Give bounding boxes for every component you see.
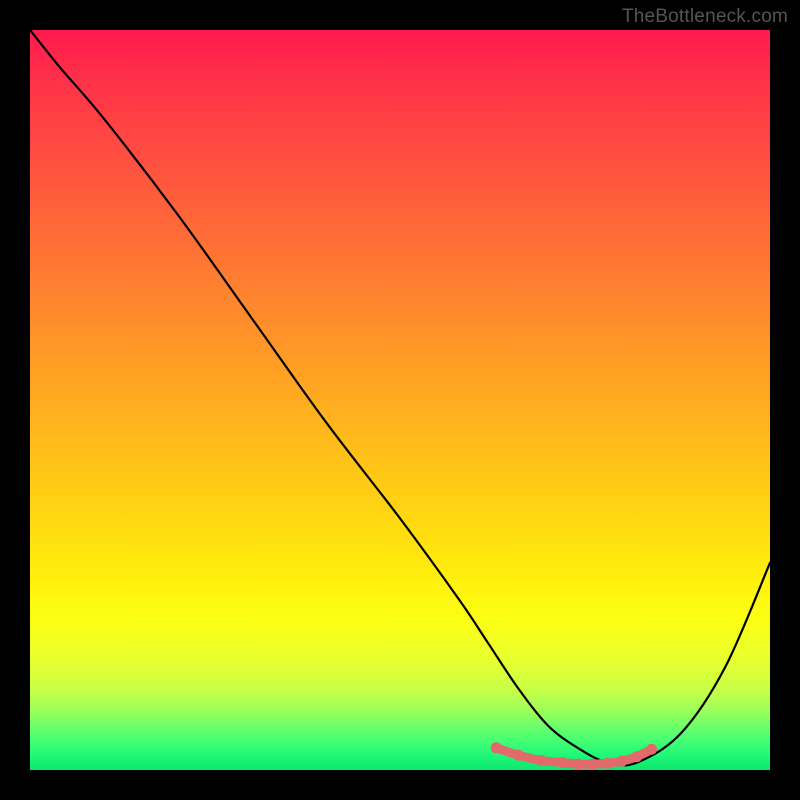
highlight-dot [491,742,502,753]
plot-area [30,30,770,770]
highlight-dot [646,744,657,755]
highlight-dot [557,757,568,768]
curve-svg [30,30,770,770]
chart-container: TheBottleneck.com [0,0,800,800]
highlight-dot [617,756,628,767]
highlight-dot [513,750,524,761]
highlight-dot [572,759,583,770]
highlight-dot [602,758,613,769]
highlight-dot [587,759,598,770]
highlight-dot [631,751,642,762]
bottleneck-curve [30,30,770,765]
watermark-text: TheBottleneck.com [622,6,788,28]
highlight-dot [535,755,546,766]
